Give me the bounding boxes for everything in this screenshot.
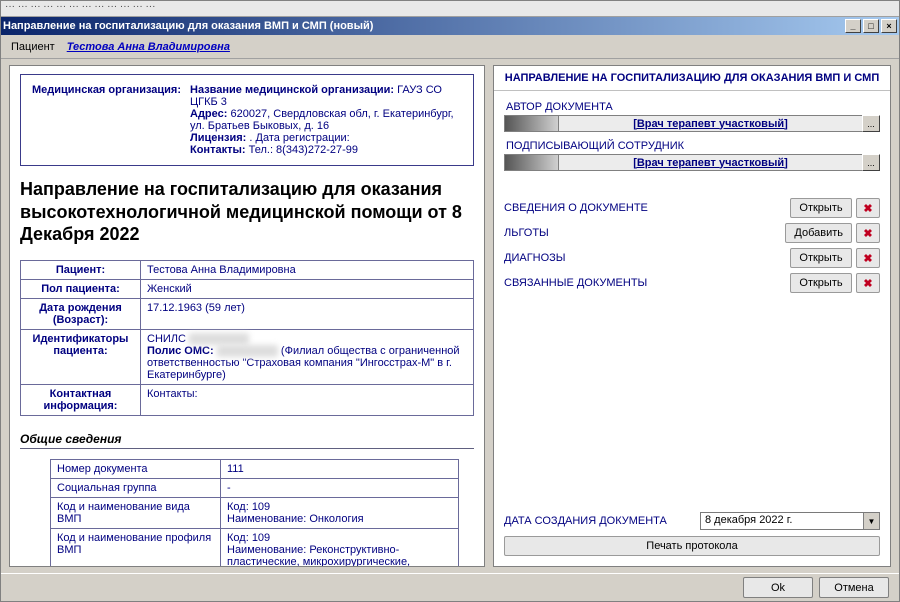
docinfo-delete-button[interactable]: ✖ (856, 198, 880, 218)
author-picker[interactable]: [Врач терапевт участковый] ... (504, 115, 880, 132)
author-browse-button[interactable]: ... (862, 115, 880, 132)
content-area: Медицинская организация: Название медици… (1, 59, 899, 573)
creation-date-picker[interactable]: 8 декабря 2022 г. ▼ (700, 512, 880, 530)
linked-delete-button[interactable]: ✖ (856, 273, 880, 293)
form-header: НАПРАВЛЕНИЕ НА ГОСПИТАЛИЗАЦИЮ ДЛЯ ОКАЗАН… (494, 66, 890, 91)
ok-button[interactable]: Ok (743, 577, 813, 598)
signer-label: ПОДПИСЫВАЮЩИЙ СОТРУДНИК (506, 140, 880, 152)
row-linked: СВЯЗАННЫЕ ДОКУМЕНТЫ Открыть ✖ (504, 273, 880, 293)
org-box: Медицинская организация: Название медици… (20, 74, 474, 166)
cancel-button[interactable]: Отмена (819, 577, 889, 598)
right-pane: НАПРАВЛЕНИЕ НА ГОСПИТАЛИЗАЦИЮ ДЛЯ ОКАЗАН… (489, 59, 899, 573)
close-button[interactable]: × (881, 19, 897, 33)
row-benefits: ЛЬГОТЫ Добавить ✖ (504, 223, 880, 243)
benefits-label: ЛЬГОТЫ (504, 227, 781, 239)
delete-icon: ✖ (863, 277, 872, 290)
patient-link[interactable]: Тестова Анна Владимировна (67, 41, 230, 53)
document-heading: Направление на госпитализацию для оказан… (20, 178, 474, 246)
form-body: АВТОР ДОКУМЕНТА [Врач терапевт участковы… (494, 91, 890, 506)
creation-date-value: 8 декабря 2022 г. (701, 513, 863, 529)
signer-swatch (504, 154, 559, 171)
app-window: ··· ··· ··· ··· ··· ··· ··· ··· ··· ··· … (0, 0, 900, 602)
form-panel: НАПРАВЛЕНИЕ НА ГОСПИТАЛИЗАЦИЮ ДЛЯ ОКАЗАН… (493, 65, 891, 567)
window-title: Направление на госпитализацию для оказан… (3, 20, 373, 32)
titlebar: Направление на госпитализацию для оказан… (1, 17, 899, 35)
linked-open-button[interactable]: Открыть (790, 273, 852, 293)
patient-info-table: Пациент:Тестова Анна Владимировна Пол па… (20, 260, 474, 416)
author-swatch (504, 115, 559, 132)
delete-icon: ✖ (863, 252, 872, 265)
left-pane: Медицинская организация: Название медици… (1, 59, 489, 573)
delete-icon: ✖ (863, 202, 872, 215)
creation-date-label: ДАТА СОЗДАНИЯ ДОКУМЕНТА (504, 515, 700, 527)
signer-value: [Врач терапевт участковый] (559, 154, 862, 171)
diagnoses-delete-button[interactable]: ✖ (856, 248, 880, 268)
docinfo-open-button[interactable]: Открыть (790, 198, 852, 218)
linked-label: СВЯЗАННЫЕ ДОКУМЕНТЫ (504, 277, 786, 289)
patient-label: Пациент (11, 41, 55, 53)
document-panel: Медицинская организация: Название медици… (9, 65, 485, 567)
form-footer: ДАТА СОЗДАНИЯ ДОКУМЕНТА 8 декабря 2022 г… (494, 506, 890, 566)
author-value: [Врач терапевт участковый] (559, 115, 862, 132)
minimize-button[interactable]: _ (845, 19, 861, 33)
org-details: Название медицинской организации: ГАУЗ С… (189, 83, 463, 157)
document-scroll[interactable]: Медицинская организация: Название медици… (10, 66, 484, 566)
row-diagnoses: ДИАГНОЗЫ Открыть ✖ (504, 248, 880, 268)
dialog-footer: Ok Отмена (1, 573, 899, 601)
diagnoses-label: ДИАГНОЗЫ (504, 252, 786, 264)
diagnoses-open-button[interactable]: Открыть (790, 248, 852, 268)
general-info-table: Номер документа111 Социальная группа- Ко… (50, 459, 459, 567)
patient-bar: Пациент Тестова Анна Владимировна (1, 35, 899, 59)
section-general: Общие сведения (20, 430, 474, 449)
dropdown-icon[interactable]: ▼ (863, 513, 879, 529)
row-docinfo: СВЕДЕНИЯ О ДОКУМЕНТЕ Открыть ✖ (504, 198, 880, 218)
docinfo-label: СВЕДЕНИЯ О ДОКУМЕНТЕ (504, 202, 786, 214)
signer-browse-button[interactable]: ... (862, 154, 880, 171)
delete-icon: ✖ (863, 227, 872, 240)
print-protocol-button[interactable]: Печать протокола (504, 536, 880, 556)
benefits-delete-button[interactable]: ✖ (856, 223, 880, 243)
top-menubar: ··· ··· ··· ··· ··· ··· ··· ··· ··· ··· … (1, 1, 899, 17)
maximize-button[interactable]: □ (863, 19, 879, 33)
signer-picker[interactable]: [Врач терапевт участковый] ... (504, 154, 880, 171)
author-label: АВТОР ДОКУМЕНТА (506, 101, 880, 113)
org-label: Медицинская организация: (31, 83, 187, 157)
benefits-add-button[interactable]: Добавить (785, 223, 852, 243)
